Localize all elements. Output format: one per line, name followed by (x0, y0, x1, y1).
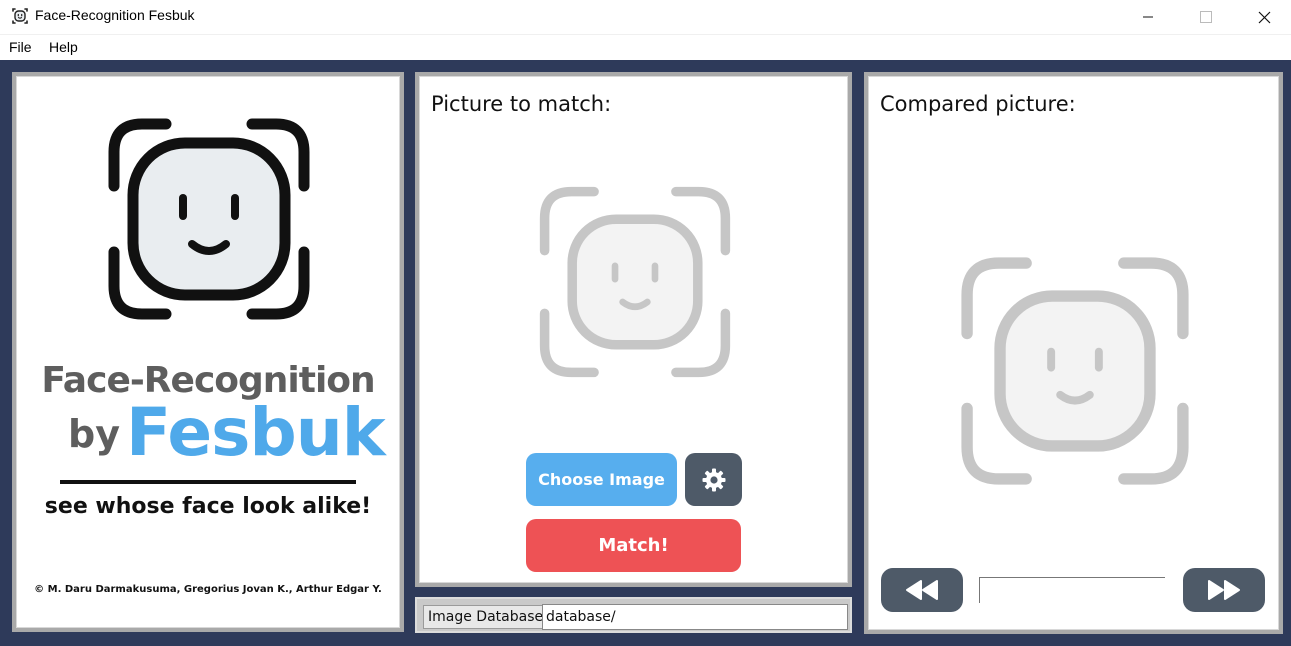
fast-forward-icon (1208, 580, 1240, 600)
maximize-button[interactable] (1177, 0, 1235, 34)
brand-divider (60, 480, 356, 484)
face-placeholder-icon (539, 186, 731, 378)
gear-icon (702, 468, 725, 491)
choose-image-button[interactable]: Choose Image (526, 453, 677, 506)
close-button[interactable] (1235, 0, 1291, 34)
menu-file[interactable]: File (9, 39, 32, 55)
face-placeholder-icon (961, 257, 1189, 485)
title-bar: Face-Recognition Fesbuk (0, 0, 1291, 34)
result-index-field[interactable] (979, 577, 1165, 603)
match-panel-title: Picture to match: (431, 92, 612, 116)
next-button[interactable] (1183, 568, 1265, 612)
face-logo-icon (108, 118, 310, 320)
match-button[interactable]: Match! (526, 519, 741, 572)
close-icon (1258, 11, 1270, 23)
menu-bar: File Help (0, 34, 1291, 60)
credits: © M. Daru Darmakusuma, Gregorius Jovan K… (34, 584, 382, 595)
window-title: Face-Recognition Fesbuk (35, 7, 195, 23)
compared-panel: Compared picture: (864, 72, 1283, 634)
brand-name: Fesbuk (126, 394, 386, 471)
menu-help[interactable]: Help (49, 39, 78, 55)
database-label: Image Database: (423, 605, 553, 629)
match-panel: Picture to match: Choose Image Match! (415, 72, 852, 587)
settings-button[interactable] (685, 453, 742, 506)
branding-panel: Face-Recognition by Fesbuk see whose fac… (12, 72, 404, 632)
tagline: see whose face look alike! (44, 494, 372, 519)
previous-button[interactable] (881, 568, 963, 612)
minimize-button[interactable] (1119, 0, 1177, 34)
maximize-icon (1200, 11, 1212, 23)
minimize-icon (1143, 16, 1153, 18)
compared-panel-title: Compared picture: (880, 92, 1076, 116)
app-icon (12, 8, 28, 24)
database-path-input[interactable] (542, 604, 848, 630)
rewind-icon (906, 580, 938, 600)
database-bar: Image Database: (415, 597, 852, 633)
brand-by: by (68, 412, 120, 456)
